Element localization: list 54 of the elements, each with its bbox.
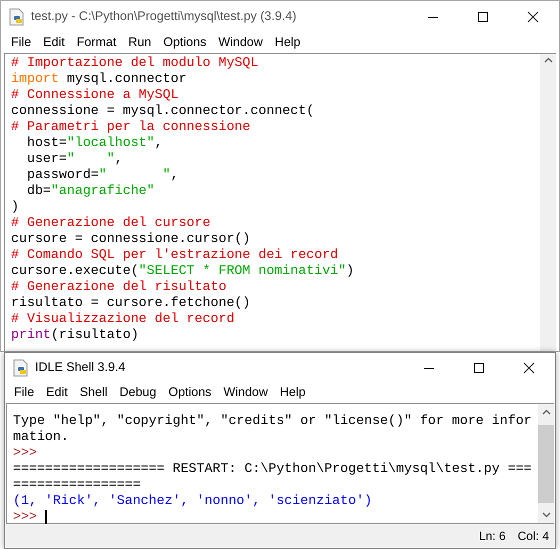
menu-item[interactable]: File <box>8 383 40 402</box>
text-cursor <box>44 510 47 524</box>
menu-item[interactable]: Edit <box>40 383 74 402</box>
menu-item[interactable]: Debug <box>114 383 162 402</box>
scroll-up-icon[interactable] <box>542 409 550 415</box>
menu-item[interactable]: Format <box>70 33 122 52</box>
code-line: ================ <box>13 477 141 493</box>
menu-item[interactable]: Window <box>212 33 269 52</box>
python-file-icon <box>9 8 25 26</box>
code-line: # Parametri per la connessione <box>11 119 250 135</box>
code-line: db="anagrafiche" <box>26 183 155 199</box>
code-line: ) <box>11 199 19 215</box>
code-line: mation. <box>13 429 69 445</box>
code-line: # Comando SQL per l'estrazione dei record <box>11 247 338 263</box>
code-line: cursore.execute("SELECT * FROM nominativi") <box>11 263 354 279</box>
menu-item[interactable]: Shell <box>74 383 114 402</box>
code-line: >>> <box>13 509 38 525</box>
window-title: test.py - C:\Python\Progetti\mysql\test.py (3.9.4) <box>31 8 296 26</box>
close-icon[interactable] <box>523 362 535 374</box>
maximize-icon[interactable] <box>473 362 485 374</box>
line-number-status: Ln: 6 <box>478 528 506 545</box>
code-line: # Generazione del risultato <box>11 279 226 295</box>
code-line: import mysql.connector <box>11 71 187 87</box>
code-line: # Visualizzazione del record <box>11 311 234 327</box>
scroll-up-icon[interactable] <box>544 57 552 63</box>
code-line: risultato = cursore.fetchone() <box>11 295 250 311</box>
menu-item[interactable]: Help <box>268 33 307 52</box>
menu-item[interactable]: File <box>5 33 38 52</box>
column-number-status: Col: 4 <box>518 528 549 545</box>
window-title: IDLE Shell 3.9.4 <box>35 359 126 376</box>
menu-item[interactable]: Edit <box>37 33 71 52</box>
scrollbar-thumb[interactable] <box>538 424 554 502</box>
code-line: # Importazione del modulo MySQL <box>11 55 258 71</box>
code-line: connessione = mysql.connector.connect( <box>11 103 314 119</box>
python-file-icon <box>13 358 29 376</box>
code-line: (1, 'Rick', 'Sanchez', 'nonno', 'scienziato') <box>13 493 372 509</box>
menu-item[interactable]: Help <box>274 383 312 402</box>
scroll-down-icon[interactable] <box>542 512 550 518</box>
close-icon[interactable] <box>527 10 539 22</box>
code-line: user=" ", <box>26 151 123 167</box>
maximize-icon[interactable] <box>477 10 489 22</box>
menu-item[interactable]: Window <box>217 383 274 402</box>
code-line: # Connessione a MySQL <box>11 87 179 103</box>
code-line: password=" ", <box>26 167 179 183</box>
code-line: # Generazione del cursore <box>11 215 210 231</box>
menu-item[interactable]: Options <box>157 33 212 52</box>
code-line: >>> <box>13 445 37 461</box>
code-line: Type "help", "copyright", "credits" or "license()" for more infor <box>13 413 532 429</box>
code-line: print(risultato) <box>11 327 139 343</box>
code-line: cursore = connessione.cursor() <box>11 231 250 247</box>
code-line: =================== RESTART: C:\Python\Progetti\mysql\test.py === <box>13 461 532 477</box>
menu-item[interactable]: Run <box>122 33 158 52</box>
menu-item[interactable]: Options <box>162 383 218 402</box>
code-line: host="localhost", <box>26 135 163 151</box>
